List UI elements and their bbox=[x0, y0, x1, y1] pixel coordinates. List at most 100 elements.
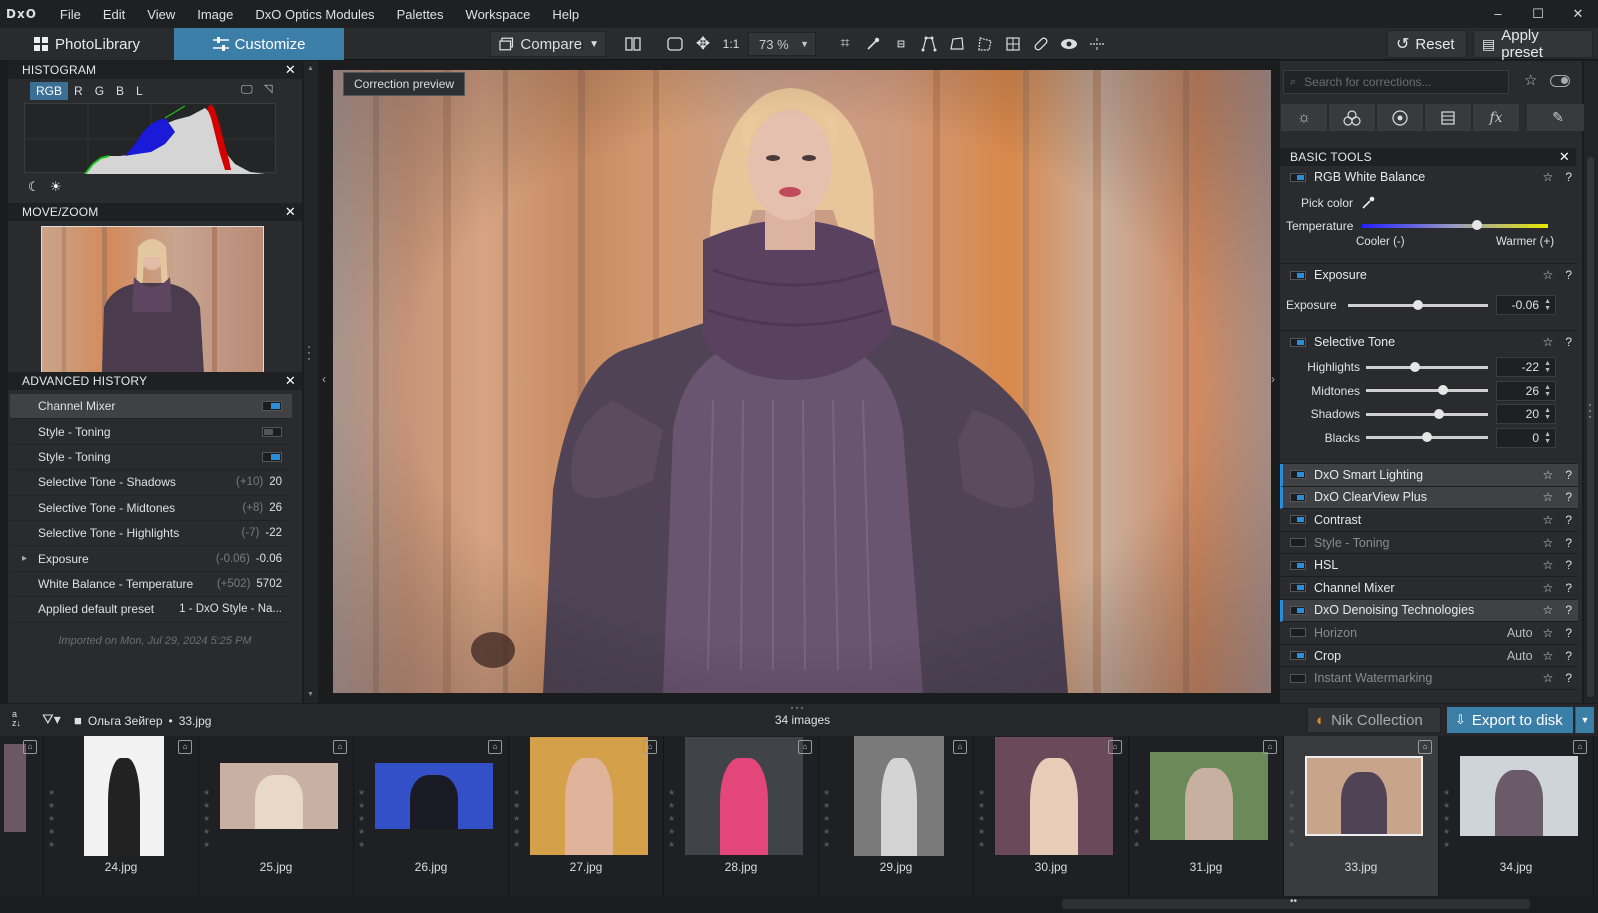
tool-header[interactable]: Crop Auto ☆? bbox=[1280, 645, 1578, 668]
menu-help[interactable]: Help bbox=[541, 7, 590, 22]
close-icon[interactable]: ✕ bbox=[1559, 149, 1570, 165]
zoom-select[interactable]: 73 % ▼ bbox=[748, 32, 816, 56]
rating-stars-icon[interactable]: ★ ★ ★ ★ ★ bbox=[203, 786, 210, 851]
history-item-toggle[interactable] bbox=[262, 401, 282, 412]
filmstrip-thumb[interactable]: ★ ★ ★ ★ ★ ⌂ 28.jpg bbox=[664, 736, 819, 896]
white-balance-toggle[interactable] bbox=[1290, 172, 1306, 182]
right-scrollbar-thumb[interactable] bbox=[1587, 157, 1594, 697]
help-icon[interactable]: ? bbox=[1565, 603, 1572, 617]
sun-icon[interactable]: ☀ bbox=[50, 179, 62, 195]
filmstrip-thumb[interactable]: ★ ★ ★ ★ ★ ⌂ 33.jpg bbox=[1284, 736, 1439, 896]
fit-screen-icon[interactable] bbox=[664, 34, 686, 54]
apply-preset-button[interactable]: ▤ Apply preset bbox=[1473, 27, 1593, 61]
star-icon[interactable]: ☆ bbox=[1543, 268, 1554, 282]
history-item[interactable]: ▸ Exposure (-0.06) -0.06 bbox=[10, 546, 292, 572]
history-item[interactable]: Selective Tone - Highlights (-7) -22 bbox=[10, 521, 292, 547]
split-view-icon[interactable] bbox=[622, 34, 644, 54]
channel-b[interactable]: B bbox=[110, 82, 130, 100]
tab-customize[interactable]: Customize bbox=[174, 28, 344, 60]
navigator-thumbnail[interactable] bbox=[41, 226, 264, 373]
exposure-value[interactable]: -0.06 ▲ ▼ bbox=[1496, 295, 1556, 315]
menu-edit[interactable]: Edit bbox=[92, 7, 136, 22]
history-item[interactable]: Selective Tone - Midtones (+8) 26 bbox=[10, 496, 292, 521]
help-icon[interactable]: ? bbox=[1565, 513, 1572, 527]
light-palette-icon[interactable]: ☼ bbox=[1281, 104, 1327, 131]
rating-stars-icon[interactable]: ★ ★ ★ ★ ★ bbox=[513, 786, 520, 851]
collapse-left-icon[interactable]: ‹ bbox=[322, 372, 326, 386]
star-icon[interactable]: ☆ bbox=[1543, 558, 1554, 572]
reset-button[interactable]: ↺ Reset bbox=[1387, 30, 1467, 58]
eye-icon[interactable] bbox=[1058, 34, 1080, 54]
exposure-slider-handle[interactable] bbox=[1413, 299, 1423, 310]
expand-arrow-icon[interactable]: ▸ bbox=[22, 553, 27, 564]
tool-toggle[interactable] bbox=[1290, 673, 1306, 683]
tool-header[interactable]: DxO Denoising Technologies ☆? bbox=[1280, 599, 1578, 623]
close-icon[interactable]: ✕ bbox=[285, 62, 296, 78]
rating-stars-icon[interactable]: ★ ★ ★ ★ ★ bbox=[668, 786, 675, 851]
rating-stars-icon[interactable]: ★ ★ ★ ★ ★ bbox=[48, 786, 55, 851]
tool-header[interactable]: Contrast ☆? bbox=[1280, 509, 1578, 532]
spinner-icon[interactable]: ▲ ▼ bbox=[1544, 431, 1551, 445]
slider-value[interactable]: -22 ▲ ▼ bbox=[1496, 357, 1556, 377]
star-icon[interactable]: ☆ bbox=[1543, 490, 1554, 504]
help-icon[interactable]: ? bbox=[1565, 558, 1572, 572]
filmstrip-thumb[interactable]: ★ ★ ★ ★ ★ ⌂ 25.jpg bbox=[199, 736, 354, 896]
temperature-slider[interactable] bbox=[1362, 220, 1548, 230]
star-icon[interactable]: ☆ bbox=[1543, 603, 1554, 617]
filmstrip-thumb[interactable]: ★ ★ ★ ★ ★ ⌂ 24.jpg bbox=[44, 736, 199, 896]
rating-stars-icon[interactable]: ★ ★ ★ ★ ★ bbox=[823, 786, 830, 851]
slider-value[interactable]: 20 ▲ ▼ bbox=[1496, 404, 1556, 424]
filmstrip-thumb[interactable]: ★ ★ ★ ★ ★ ⌂ 29.jpg bbox=[819, 736, 974, 896]
filmstrip-partial-thumb[interactable]: ⌂ bbox=[0, 736, 44, 896]
help-icon[interactable]: ? bbox=[1565, 490, 1572, 504]
menu-palettes[interactable]: Palettes bbox=[386, 7, 455, 22]
export-dropdown-icon[interactable]: ▼ bbox=[1575, 707, 1594, 733]
menu-view[interactable]: View bbox=[136, 7, 186, 22]
menu-optics-modules[interactable]: DxO Optics Modules bbox=[244, 7, 385, 22]
color-palette-icon[interactable] bbox=[1329, 104, 1375, 131]
star-icon[interactable]: ☆ bbox=[1543, 170, 1554, 184]
detail-palette-icon[interactable] bbox=[1377, 104, 1423, 131]
moon-icon[interactable]: ☾ bbox=[28, 179, 40, 195]
help-icon[interactable]: ? bbox=[1565, 649, 1572, 663]
panel-options-icon[interactable]: · · · bbox=[307, 340, 311, 364]
tool-header[interactable]: DxO Smart Lighting ☆? bbox=[1280, 464, 1578, 487]
exposure-toggle[interactable] bbox=[1290, 270, 1306, 280]
nik-collection-button[interactable]: ◐ Nik Collection bbox=[1307, 707, 1441, 733]
repair-icon[interactable] bbox=[1030, 34, 1052, 54]
close-icon[interactable]: ✕ bbox=[285, 373, 296, 389]
rating-stars-icon[interactable]: ★ ★ ★ ★ ★ bbox=[358, 786, 365, 851]
filmstrip-thumb[interactable]: ★ ★ ★ ★ ★ ⌂ 27.jpg bbox=[509, 736, 664, 896]
tool-toggle[interactable] bbox=[1290, 470, 1306, 480]
help-icon[interactable]: ? bbox=[1565, 626, 1572, 640]
star-icon[interactable]: ☆ bbox=[1543, 671, 1554, 685]
monitor-icon[interactable]: 🖵 bbox=[241, 82, 253, 97]
tool-toggle[interactable] bbox=[1290, 583, 1306, 593]
straighten-icon[interactable]: ⊟ bbox=[890, 34, 912, 54]
send-icon[interactable]: ◹ bbox=[264, 82, 272, 95]
crop-icon[interactable]: ⌗ bbox=[834, 34, 856, 54]
white-balance-header[interactable]: RGB White Balance ☆? bbox=[1280, 166, 1578, 188]
spinner-icon[interactable]: ▲ ▼ bbox=[1544, 384, 1551, 398]
history-item-toggle[interactable] bbox=[262, 426, 282, 437]
maximize-button[interactable]: ☐ bbox=[1518, 0, 1558, 28]
tab-photolibrary[interactable]: PhotoLibrary bbox=[0, 28, 174, 60]
slider-handle[interactable] bbox=[1409, 361, 1420, 372]
eyedropper-icon[interactable] bbox=[1361, 196, 1375, 210]
menu-file[interactable]: File bbox=[49, 7, 92, 22]
help-icon[interactable]: ? bbox=[1565, 468, 1572, 482]
channel-l[interactable]: L bbox=[130, 82, 149, 100]
filmstrip-thumb[interactable]: ★ ★ ★ ★ ★ ⌂ 31.jpg bbox=[1129, 736, 1284, 896]
local-adjustments-icon[interactable]: ✎ bbox=[1527, 104, 1589, 131]
effects-palette-icon[interactable]: fx bbox=[1473, 104, 1519, 131]
collapse-right-icon[interactable]: › bbox=[1271, 372, 1275, 386]
filter-icon[interactable]: ⛛▾ bbox=[42, 711, 61, 728]
tool-header[interactable]: Horizon Auto ☆? bbox=[1280, 622, 1578, 645]
slider-track[interactable] bbox=[1366, 432, 1488, 442]
temperature-slider-handle[interactable] bbox=[1472, 220, 1483, 230]
minimize-button[interactable]: – bbox=[1478, 0, 1518, 28]
eyedropper-icon[interactable] bbox=[862, 34, 884, 54]
slider-handle[interactable] bbox=[1434, 408, 1445, 419]
close-icon[interactable]: ✕ bbox=[285, 204, 296, 220]
slider-track[interactable] bbox=[1366, 361, 1488, 372]
